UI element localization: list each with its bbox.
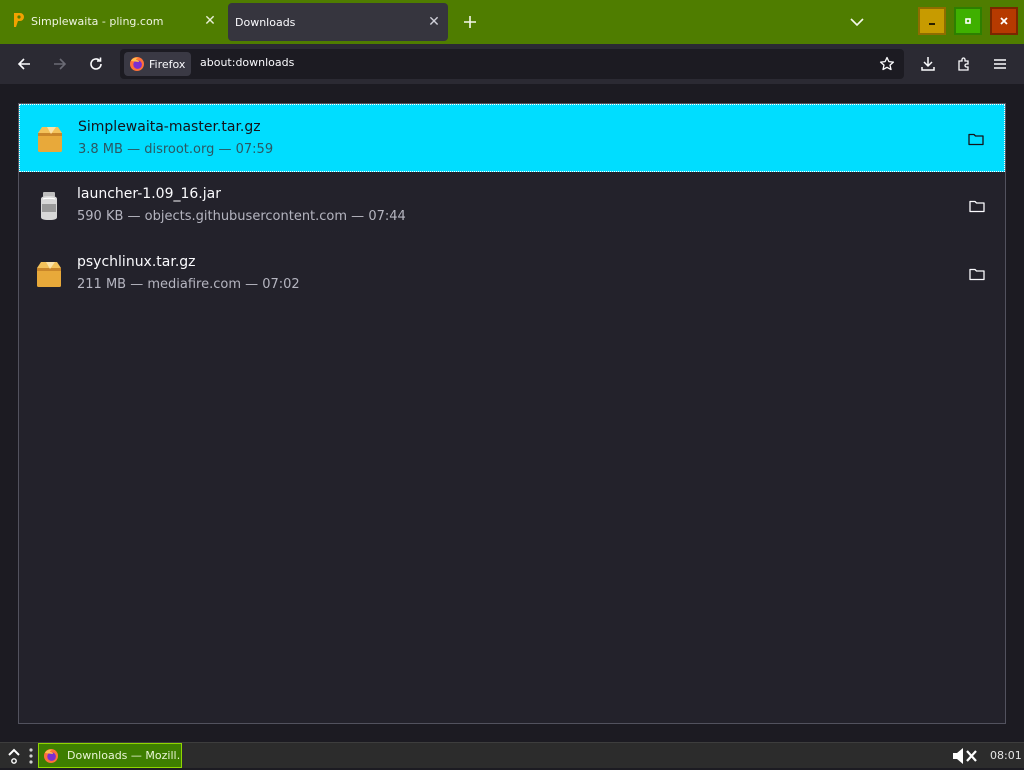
taskbar-menu-button[interactable] xyxy=(4,745,24,767)
download-item[interactable]: launcher-1.09_16.jar 590 KB — objects.gi… xyxy=(19,172,1005,240)
folder-icon xyxy=(969,200,985,213)
download-icon xyxy=(921,57,935,71)
plus-icon xyxy=(464,16,476,28)
star-icon xyxy=(879,56,895,71)
downloads-button[interactable] xyxy=(914,50,942,78)
close-tab-icon[interactable]: ✕ xyxy=(196,13,224,29)
maximize-button[interactable] xyxy=(954,7,982,35)
firefox-icon xyxy=(44,748,58,763)
reload-button[interactable] xyxy=(82,50,110,78)
forward-arrow-icon xyxy=(54,58,67,70)
identity-box[interactable]: Firefox xyxy=(124,52,192,76)
folder-icon xyxy=(969,268,985,281)
download-details: 211 MB — mediafire.com — 07:02 xyxy=(77,277,300,292)
volume-muted-icon xyxy=(953,748,977,764)
taskbar-window-label: Downloads — Mozill… xyxy=(67,749,181,762)
navigation-toolbar: Firefox about:downloads xyxy=(0,44,1024,84)
minimize-button[interactable] xyxy=(918,7,946,35)
puzzle-icon xyxy=(958,57,969,71)
clock[interactable]: 08:01 xyxy=(990,749,1022,762)
downloads-list: Simplewaita-master.tar.gz 3.8 MB — disro… xyxy=(18,103,1006,724)
taskbar: Downloads — Mozill… 08:01 xyxy=(0,742,1024,768)
archive-icon xyxy=(34,123,66,155)
maximize-icon xyxy=(965,18,971,24)
url-bar[interactable]: Firefox about:downloads xyxy=(120,49,904,79)
folder-icon xyxy=(968,133,984,146)
show-in-folder-button[interactable] xyxy=(967,264,987,284)
back-arrow-icon xyxy=(17,58,30,70)
chevron-up-icon xyxy=(8,748,20,764)
url-text[interactable]: about:downloads xyxy=(200,56,294,69)
identity-label: Firefox xyxy=(149,57,186,71)
archive-icon xyxy=(33,258,65,290)
drag-handle-icon[interactable] xyxy=(28,746,36,766)
tab-pling[interactable]: Simplewaita - pling.com ✕ xyxy=(0,2,224,40)
download-details: 3.8 MB — disroot.org — 07:59 xyxy=(78,142,274,157)
forward-button[interactable] xyxy=(46,50,74,78)
download-item[interactable]: psychlinux.tar.gz 211 MB — mediafire.com… xyxy=(19,240,1005,308)
show-in-folder-button[interactable] xyxy=(967,196,987,216)
back-button[interactable] xyxy=(10,50,38,78)
tab-label: Simplewaita - pling.com xyxy=(31,14,164,28)
download-filename: launcher-1.09_16.jar xyxy=(77,186,221,202)
close-window-button[interactable] xyxy=(990,7,1018,35)
close-tab-icon[interactable]: ✕ xyxy=(420,14,448,30)
app-menu-button[interactable] xyxy=(986,50,1014,78)
download-item[interactable]: Simplewaita-master.tar.gz 3.8 MB — disro… xyxy=(19,104,1005,172)
close-icon xyxy=(1000,17,1008,25)
download-filename: psychlinux.tar.gz xyxy=(77,254,196,270)
show-in-folder-button[interactable] xyxy=(966,129,986,149)
jar-icon xyxy=(33,190,65,222)
download-filename: Simplewaita-master.tar.gz xyxy=(78,119,261,135)
volume-muted-button[interactable] xyxy=(951,745,983,767)
download-details: 590 KB — objects.githubusercontent.com —… xyxy=(77,209,406,224)
reload-icon xyxy=(90,57,102,70)
tab-downloads[interactable]: Downloads ✕ xyxy=(228,3,448,41)
minimize-icon xyxy=(929,23,935,25)
firefox-icon xyxy=(130,57,144,71)
tab-strip: Simplewaita - pling.com ✕ Downloads ✕ xyxy=(0,0,1024,44)
hamburger-menu-icon xyxy=(994,59,1006,69)
tab-label: Downloads xyxy=(235,15,296,29)
extensions-button[interactable] xyxy=(950,50,978,78)
list-all-tabs-button[interactable] xyxy=(845,10,869,34)
new-tab-button[interactable] xyxy=(456,8,484,36)
taskbar-window-button[interactable]: Downloads — Mozill… xyxy=(38,743,182,768)
chevron-down-icon xyxy=(850,17,864,26)
bookmark-star-button[interactable] xyxy=(876,53,898,75)
pling-icon xyxy=(12,12,26,31)
